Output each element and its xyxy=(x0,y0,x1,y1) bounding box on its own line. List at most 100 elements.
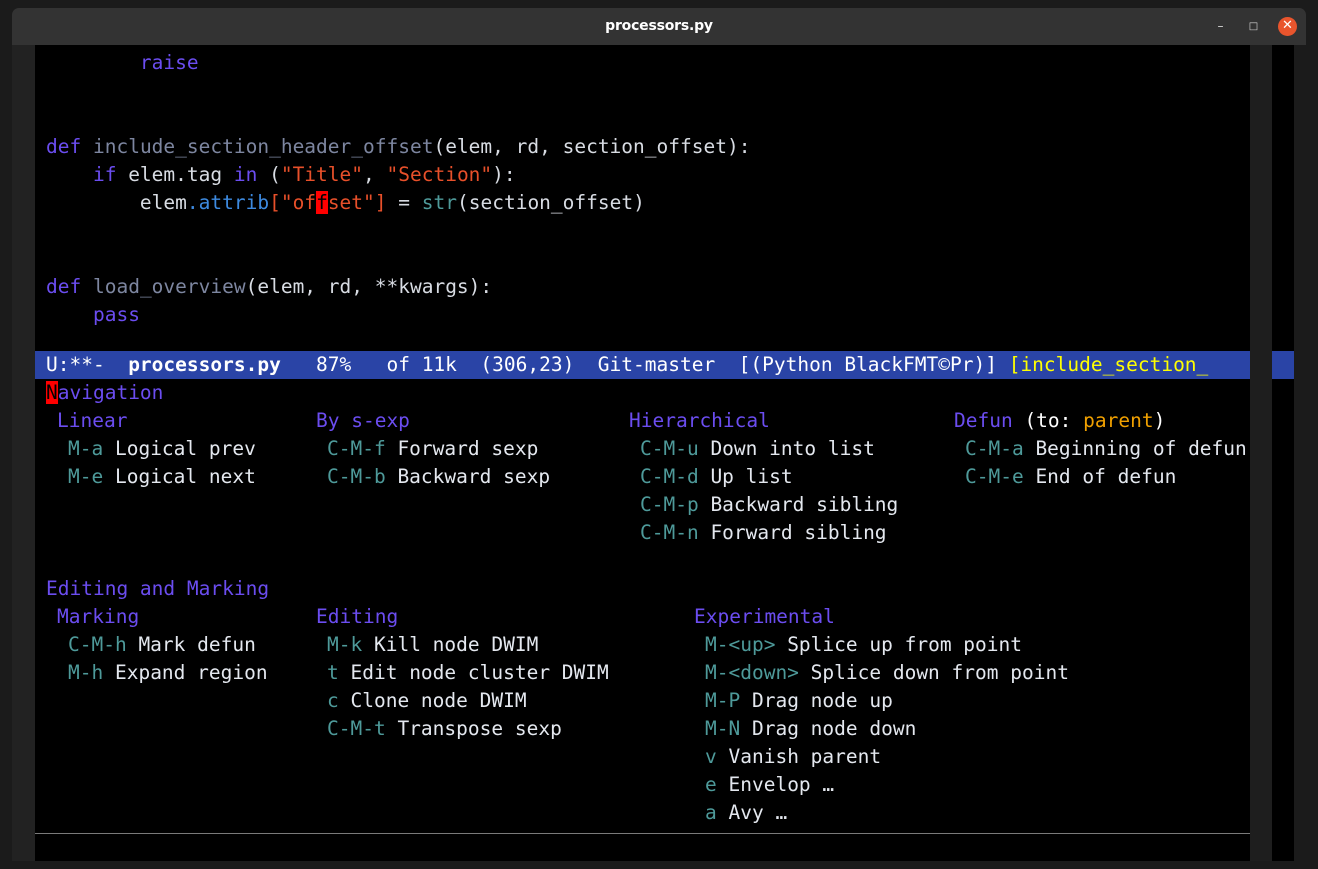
code-line xyxy=(35,217,1272,245)
help-binding-description: Avy … xyxy=(716,801,788,824)
code-line: pass xyxy=(35,301,1272,329)
help-binding[interactable]: a Avy … xyxy=(705,799,787,827)
help-binding[interactable]: C-M-p Backward sibling xyxy=(640,491,898,519)
code-token: if xyxy=(92,163,117,186)
help-section-title-text: Editing and Marking xyxy=(46,577,270,600)
help-binding-key: C-M-b xyxy=(327,465,386,488)
help-binding-description: Splice down from point xyxy=(798,661,1069,684)
close-icon: ✕ xyxy=(1282,18,1293,33)
left-fringe xyxy=(12,45,35,861)
maximize-button[interactable]: □ xyxy=(1244,17,1263,36)
modeline-function-context: [include_section_ xyxy=(1008,353,1209,376)
help-column-heading-editing: Editing xyxy=(316,603,398,631)
application-window: processors.py – □ ✕ raise def include_se… xyxy=(0,0,1318,869)
help-binding-description: Drag node up xyxy=(740,689,893,712)
help-binding-key: C-M-h xyxy=(68,633,127,656)
help-binding[interactable]: M-e Logical next xyxy=(68,463,256,491)
help-binding-row: a Avy … xyxy=(35,799,1272,827)
help-binding-row: M-h Expand region t Edit node cluster DWI… xyxy=(35,659,1272,687)
help-binding[interactable]: v Vanish parent xyxy=(705,743,881,771)
code-token: (elem, rd, section_offset): xyxy=(433,135,751,158)
help-binding[interactable]: C-M-t Transpose sexp xyxy=(327,715,562,743)
code-token: , xyxy=(363,163,387,186)
help-binding[interactable]: M-N Drag node down xyxy=(705,715,916,743)
code-line: if elem.tag in ("Title", "Section"): xyxy=(35,161,1272,189)
mode-line[interactable]: U:**- processors.py 87% of 11k (306,23) … xyxy=(35,351,1306,379)
help-column-headings: Marking Editing Experimental xyxy=(35,603,1272,631)
code-token: in xyxy=(233,163,258,186)
help-binding-key: C-M-p xyxy=(640,493,699,516)
help-binding[interactable]: C-M-a Beginning of defun xyxy=(965,435,1247,463)
help-binding[interactable]: C-M-u Down into list xyxy=(640,435,875,463)
help-binding[interactable]: M-a Logical prev xyxy=(68,435,256,463)
code-token: = xyxy=(386,191,422,214)
code-line: raise xyxy=(35,49,1272,77)
code-token: pass xyxy=(92,303,140,326)
code-token: def xyxy=(46,135,82,158)
window-right-edge xyxy=(1294,45,1306,861)
modeline-buffer-name: processors.py xyxy=(128,353,281,376)
echo-area[interactable] xyxy=(35,834,1272,861)
close-button[interactable]: ✕ xyxy=(1278,17,1297,36)
help-binding-description: Clone node DWIM xyxy=(338,689,527,712)
help-binding-key: C-M-a xyxy=(965,437,1024,460)
code-line: def include_section_header_offset(elem, … xyxy=(35,133,1272,161)
help-binding-key: M-N xyxy=(705,717,741,740)
help-binding-description: Logical prev xyxy=(103,437,256,460)
help-binding-row: C-M-n Forward sibling xyxy=(35,519,1272,547)
help-binding-key: c xyxy=(327,689,339,712)
code-line xyxy=(35,245,1272,273)
help-binding[interactable]: e Envelop … xyxy=(705,771,834,799)
help-binding-key: C-M-t xyxy=(327,717,386,740)
help-binding-key: v xyxy=(705,745,717,768)
code-token: elem xyxy=(46,191,187,214)
help-binding[interactable]: C-M-e End of defun xyxy=(965,463,1176,491)
help-binding-description: Logical next xyxy=(103,465,256,488)
help-binding[interactable]: C-M-b Backward sexp xyxy=(327,463,550,491)
help-binding[interactable]: M-<down> Splice down from point xyxy=(705,659,1069,687)
code-token: (elem, rd, **kwargs): xyxy=(245,275,493,298)
help-binding[interactable]: M-P Drag node up xyxy=(705,687,893,715)
help-binding[interactable]: t Edit node cluster DWIM xyxy=(327,659,609,687)
help-binding-description: Transpose sexp xyxy=(385,717,562,740)
heading-suffix-close: ) xyxy=(1153,409,1166,432)
help-binding-key: M-k xyxy=(327,633,363,656)
help-binding[interactable]: C-M-d Up list xyxy=(640,463,793,491)
help-binding[interactable]: M-h Expand region xyxy=(68,659,268,687)
help-binding-description: Edit node cluster DWIM xyxy=(338,661,609,684)
code-token: "Title" xyxy=(280,163,364,186)
help-column-heading-label: Editing xyxy=(316,605,399,628)
help-binding[interactable]: M-k Kill node DWIM xyxy=(327,631,538,659)
help-section-title-text: avigation xyxy=(57,381,164,404)
help-binding-key: C-M-e xyxy=(965,465,1024,488)
help-binding-row: v Vanish parent xyxy=(35,743,1272,771)
help-binding-key: C-M-f xyxy=(327,437,386,460)
help-column-heading-marking: Marking xyxy=(57,603,139,631)
help-binding-description: Down into list xyxy=(698,437,875,460)
code-line: elem.attrib["offset"] = str(section_offs… xyxy=(35,189,1272,217)
help-binding[interactable]: C-M-n Forward sibling xyxy=(640,519,887,547)
code-buffer[interactable]: raise def include_section_header_offset(… xyxy=(35,45,1272,355)
help-binding-description: Vanish parent xyxy=(716,745,882,768)
help-binding-description: Mark defun xyxy=(126,633,256,656)
help-column-heading-by-s-exp: By s-exp xyxy=(316,407,410,435)
help-binding-description: Expand region xyxy=(103,661,268,684)
help-binding[interactable]: C-M-h Mark defun xyxy=(68,631,256,659)
help-binding[interactable]: c Clone node DWIM xyxy=(327,687,527,715)
code-token: "Section" xyxy=(386,163,493,186)
code-token: "of xyxy=(280,191,317,214)
code-token: (section_offset) xyxy=(457,191,645,214)
help-binding-key: M-a xyxy=(68,437,104,460)
help-binding-key: M-h xyxy=(68,661,104,684)
help-binding[interactable]: C-M-f Forward sexp xyxy=(327,435,538,463)
minimize-button[interactable]: – xyxy=(1211,17,1230,36)
help-binding-key: t xyxy=(327,661,339,684)
help-binding[interactable]: M-<up> Splice up from point xyxy=(705,631,1022,659)
which-key-help-panel: Navigation Linear By s-exp Hierarchical Defu… xyxy=(35,379,1272,833)
help-binding-key: a xyxy=(705,801,717,824)
